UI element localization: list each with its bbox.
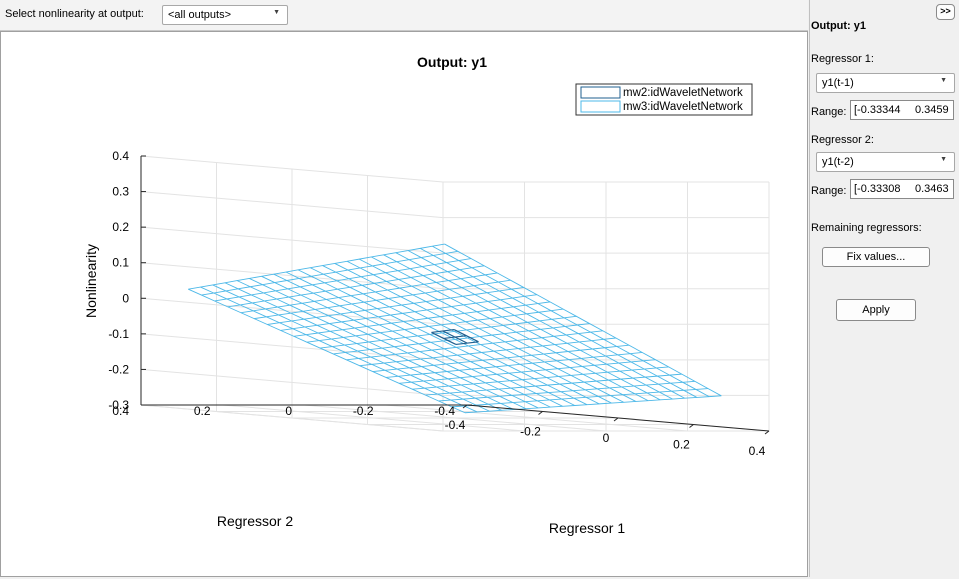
z-tick-label: -0.2 bbox=[108, 362, 129, 376]
apply-button[interactable]: Apply bbox=[836, 299, 916, 321]
surface-mesh-line bbox=[444, 243, 722, 397]
regressor1-value: y1(t-1) bbox=[822, 77, 854, 89]
chart-title: Output: y1 bbox=[417, 54, 487, 70]
legend-swatch-mw3 bbox=[580, 100, 621, 113]
z-axis-label: Nonlinearity bbox=[83, 244, 99, 318]
regressor2-value: y1(t-2) bbox=[822, 156, 854, 168]
surface-mw3 bbox=[188, 243, 722, 414]
regressor1-dropdown[interactable]: y1(t-1) ▼ bbox=[816, 73, 955, 93]
surface-mesh-line bbox=[385, 352, 643, 378]
z-tick-label: 0.1 bbox=[112, 256, 129, 270]
y-tick-label: -0.4 bbox=[434, 404, 455, 418]
z-tick-label: 0.3 bbox=[112, 185, 129, 199]
chevron-down-icon: ▼ bbox=[273, 9, 280, 16]
x-axis-label: Regressor 1 bbox=[549, 520, 625, 536]
legend[interactable]: mw2:idWaveletNetwork mw3:idWaveletNetwor… bbox=[575, 83, 753, 116]
chevron-down-icon: ▼ bbox=[940, 77, 947, 84]
z-tick-label: 0.2 bbox=[112, 220, 129, 234]
legend-swatch-mw2 bbox=[580, 86, 621, 99]
surface-plot[interactable]: -0.4 -0.2 0 0.2 0.4 -0.4 -0.2 0 0.2 0.4 -0.3 -0.2 -0… bbox=[1, 32, 807, 576]
z-tick-label: 0 bbox=[122, 291, 129, 305]
y-tick-label: -0.2 bbox=[353, 404, 374, 418]
output-select-dropdown[interactable]: <all outputs> ▼ bbox=[162, 5, 288, 25]
fix-values-button[interactable]: Fix values... bbox=[822, 247, 930, 267]
legend-entry-mw2: mw2:idWaveletNetwork bbox=[623, 87, 743, 99]
x-tick-label: -0.4 bbox=[445, 418, 466, 432]
surface-mesh-line bbox=[372, 344, 630, 373]
regressor-side-panel: >> Output: y1 Regressor 1: y1(t-1) ▼ Ran… bbox=[809, 0, 959, 577]
output-selector-bar: Select nonlinearity at output: <all outp… bbox=[0, 0, 808, 31]
z-tick-label: -0.1 bbox=[108, 327, 129, 341]
legend-entry-mw3: mw3:idWaveletNetwork bbox=[623, 101, 743, 113]
axes-box bbox=[140, 156, 770, 432]
chevron-down-icon: ▼ bbox=[940, 156, 947, 163]
regressor2-range-max: 0.3463 bbox=[915, 183, 949, 195]
remaining-regressors-label: Remaining regressors: bbox=[811, 222, 922, 234]
regressor2-label: Regressor 2: bbox=[811, 134, 874, 146]
panel-output-title: Output: y1 bbox=[811, 20, 866, 32]
tick-labels: -0.4 -0.2 0 0.2 0.4 -0.4 -0.2 0 0.2 0.4 -0.3 -0.2 -0… bbox=[108, 149, 770, 458]
y-axis-label: Regressor 2 bbox=[217, 513, 293, 529]
surface-mesh-line bbox=[254, 279, 511, 320]
regressor1-range-min: [-0.33344 bbox=[854, 104, 901, 116]
x-tick-label: 0.2 bbox=[673, 438, 690, 452]
surface-mesh-line bbox=[359, 337, 616, 367]
output-select-label: Select nonlinearity at output: bbox=[5, 8, 144, 20]
surface-mesh-line bbox=[432, 245, 710, 398]
surface-mesh-line bbox=[395, 252, 673, 400]
x-tick-label: -0.2 bbox=[520, 425, 541, 439]
regressor1-label: Regressor 1: bbox=[811, 53, 874, 65]
surface-mesh-line bbox=[333, 323, 590, 355]
plot-panel: -0.4 -0.2 0 0.2 0.4 -0.4 -0.2 0 0.2 0.4 -0.3 -0.2 -0… bbox=[0, 31, 808, 577]
regressor1-range-max: 0.3459 bbox=[915, 104, 949, 116]
regressor2-range-input[interactable]: [-0.33308 0.3463 bbox=[850, 179, 954, 199]
surface-mw2-line bbox=[443, 335, 467, 340]
regressor2-range-min: [-0.33308 bbox=[854, 183, 901, 195]
surface-mesh-line bbox=[419, 247, 698, 398]
z-tick-label: 0.4 bbox=[112, 149, 129, 163]
y-tick-label: 0 bbox=[285, 404, 292, 418]
x-tick-label: 0.4 bbox=[749, 444, 766, 458]
regressor2-range-label: Range: bbox=[811, 185, 847, 197]
axes-grid bbox=[140, 155, 770, 432]
collapse-panel-button[interactable]: >> bbox=[936, 4, 955, 20]
surface-mw2-line bbox=[453, 329, 479, 343]
regressor1-range-input[interactable]: [-0.33344 0.3459 bbox=[850, 100, 954, 120]
z-tick-label: -0.3 bbox=[108, 398, 129, 412]
regressor1-range-label: Range: bbox=[811, 106, 847, 118]
y-tick-label: 0.2 bbox=[194, 404, 211, 418]
output-select-value: <all outputs> bbox=[168, 9, 231, 21]
x-tick-label: 0 bbox=[603, 431, 610, 445]
regressor2-dropdown[interactable]: y1(t-2) ▼ bbox=[816, 152, 955, 172]
surface-mesh-line bbox=[280, 294, 537, 331]
